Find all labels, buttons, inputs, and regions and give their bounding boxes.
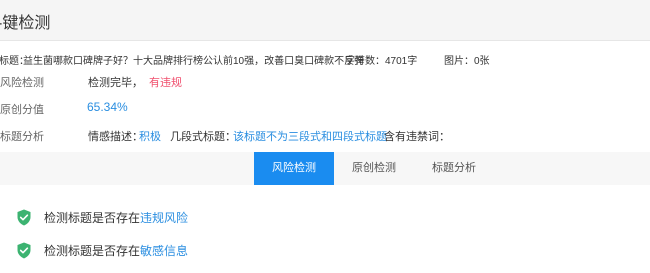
sentiment-label: 情感描述： — [88, 131, 143, 143]
tab-title-analysis[interactable]: 标题分析 — [414, 152, 494, 185]
sentiment-value: 积极 — [139, 131, 161, 143]
sensitive-info-link[interactable]: 敏感信息 — [140, 244, 188, 258]
structure-value: 该标题不为三段式和四段式标题 — [233, 131, 387, 143]
violation-risk-link[interactable]: 违规风险 — [140, 211, 188, 225]
risk-result-link[interactable]: 有违规 — [149, 74, 182, 90]
shield-check-icon — [17, 242, 31, 259]
banned-words-label: 含有违禁词： — [384, 131, 450, 143]
page-title: -键检测 — [0, 15, 51, 32]
originality-label: 原创分值 — [0, 104, 44, 116]
tab-originality-check[interactable]: 原创检测 — [334, 152, 414, 185]
wordcount-value: 4701字 — [385, 56, 418, 67]
result-tabs: 风险检测 原创检测 标题分析 — [0, 152, 650, 185]
originality-score: 65.34% — [87, 100, 128, 114]
check-text: 检测标题是否存在 — [44, 211, 141, 225]
check-text: 检测标题是否存在 — [44, 244, 141, 258]
wordcount-label: 字符数： — [345, 56, 385, 67]
title-value: 益生菌哪款口碑牌子好？十大品牌排行榜公认前10强，改善口臭口碑款不反弹 — [23, 56, 365, 67]
risk-status: 检测完毕， — [88, 77, 143, 89]
shield-check-icon — [17, 209, 31, 226]
images-value: 0张 — [474, 56, 490, 67]
tab-risk-check[interactable]: 风险检测 — [254, 152, 334, 185]
risk-label: 风险检测 — [0, 77, 44, 89]
images-label: 图片： — [444, 56, 474, 67]
page-header: -键检测 — [0, 0, 650, 41]
analysis-label: 标题分析 — [0, 131, 44, 143]
structure-label: 几段式标题： — [170, 131, 236, 143]
